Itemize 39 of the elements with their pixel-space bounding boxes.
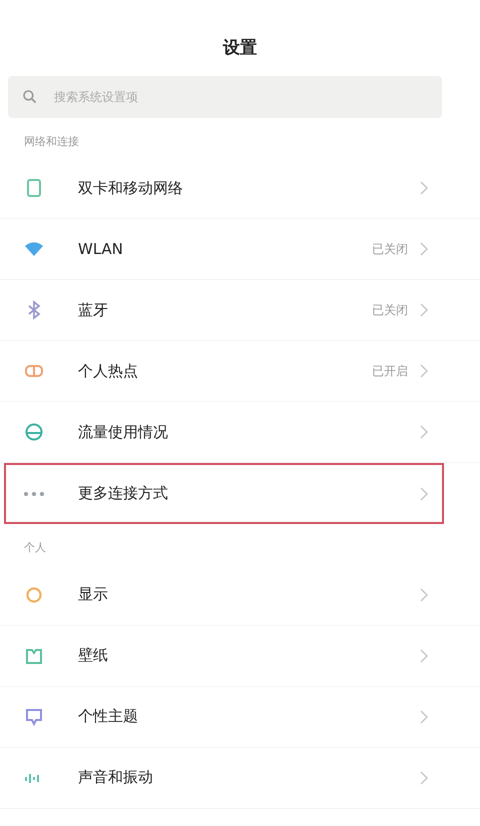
search-field[interactable]: 搜索系统设置项 — [52, 86, 428, 106]
setting-label: 个性主题 — [78, 706, 139, 728]
settings-row[interactable]: 显示 — [0, 564, 480, 626]
settings-row[interactable]: 蓝牙 已关闭 — [0, 280, 480, 341]
chevron-icon — [420, 648, 428, 662]
settings-row[interactable]: 壁纸 — [0, 626, 480, 686]
chevron-icon — [420, 425, 428, 439]
setting-label: 个人热点 — [78, 360, 139, 382]
setting-label: 双卡和移动网络 — [78, 178, 184, 199]
setting-label: 蓝牙 — [78, 300, 109, 321]
setting-label: 流量使用情况 — [78, 422, 169, 443]
chevron-icon — [420, 181, 428, 195]
status-text: 已关闭 — [372, 241, 408, 258]
page-title: 设置 — [222, 37, 258, 60]
settings-row[interactable]: 声音和振动 — [0, 748, 480, 808]
chevron-icon — [420, 364, 428, 378]
chevron-icon — [420, 770, 428, 784]
search-icon — [22, 88, 38, 104]
setting-label: 壁纸 — [78, 645, 109, 666]
section-header: 网络和连接 — [23, 134, 80, 150]
chevron-icon — [420, 588, 428, 602]
settings-row[interactable]: 流量使用情况 — [0, 402, 480, 463]
search-bar[interactable]: 搜索系统设置项 — [8, 76, 442, 118]
setting-label: 更多连接方式 — [78, 483, 169, 504]
chevron-icon — [420, 710, 428, 724]
chevron-icon — [420, 486, 428, 500]
settings-row[interactable]: 双卡和移动网络 — [0, 158, 480, 219]
chevron-icon — [420, 242, 428, 256]
status-text: 已关闭 — [372, 302, 408, 319]
chevron-icon — [420, 303, 428, 317]
setting-label: 声音和振动 — [78, 767, 154, 788]
setting-label: WLAN — [78, 238, 124, 260]
settings-row[interactable]: 个性主题 — [0, 686, 480, 748]
settings-row[interactable]: 个人热点 已开启 — [0, 341, 480, 402]
section-header: 个人 — [23, 540, 47, 556]
settings-row[interactable]: WLAN 已关闭 — [0, 219, 480, 280]
highlighted-settings-row[interactable]: 更多连接方式 — [4, 463, 444, 524]
setting-label: 显示 — [78, 584, 109, 606]
status-text: 已开启 — [372, 363, 408, 380]
